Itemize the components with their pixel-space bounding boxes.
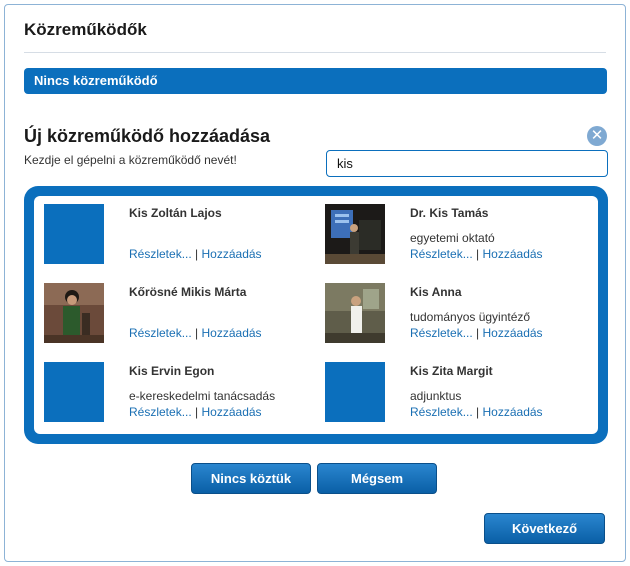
list-item: Kis Ervin Egon e-kereskedelmi tanácsadás… [44,362,314,424]
add-link[interactable]: Hozzáadás [202,247,262,261]
add-contributor-heading: Új közreműködő hozzáadása [24,126,271,146]
contributor-name: Kis Zita Margit [410,364,493,378]
none-of-them-button[interactable]: Nincs köztük [191,463,311,494]
close-icon[interactable]: ✕ [587,126,607,146]
contributor-actions: Részletek... | Hozzáadás [129,405,262,419]
avatar [325,204,385,264]
empty-status-bar: Nincs közreműködő [24,68,607,94]
avatar-placeholder [44,362,104,422]
contributor-name: Kis Anna [410,285,462,299]
contributor-name: Kis Zoltán Lajos [129,206,222,220]
contributor-name: Kőrösné Mikis Márta [129,285,247,299]
cancel-button[interactable]: Mégsem [317,463,437,494]
avatar [325,283,385,343]
details-link[interactable]: Részletek... [410,326,473,340]
contributor-name: Dr. Kis Tamás [410,206,489,220]
results-list: Kis Zoltán Lajos Részletek... | Hozzáadá… [34,196,598,434]
add-link[interactable]: Hozzáadás [202,326,262,340]
contributor-role: e-kereskedelmi tanácsadás [129,389,276,403]
search-input[interactable] [326,150,608,177]
details-link[interactable]: Részletek... [410,405,473,419]
add-link[interactable]: Hozzáadás [483,326,543,340]
divider [24,52,606,53]
list-item: Dr. Kis Tamás egyetemi oktató Részletek.… [325,204,595,266]
search-hint: Kezdje el gépelni a közreműködő nevét! [24,153,237,167]
contributor-role: tudományos ügyintéző [410,310,531,324]
contributor-role: egyetemi oktató [410,231,495,245]
contributor-actions: Részletek... | Hozzáadás [410,405,543,419]
results-panel: Kis Zoltán Lajos Részletek... | Hozzáadá… [24,186,608,444]
contributor-actions: Részletek... | Hozzáadás [129,247,262,261]
contributor-actions: Részletek... | Hozzáadás [410,247,543,261]
details-link[interactable]: Részletek... [129,405,192,419]
add-link[interactable]: Hozzáadás [483,405,543,419]
contributors-dialog: Közreműködők Nincs közreműködő Új közrem… [4,4,626,562]
page-title: Közreműködők [24,20,147,39]
list-item: Kőrösné Mikis Márta Részletek... | Hozzá… [44,283,314,345]
list-item: Kis Anna tudományos ügyintéző Részletek.… [325,283,595,345]
contributor-name: Kis Ervin Egon [129,364,215,378]
add-link[interactable]: Hozzáadás [483,247,543,261]
avatar-placeholder [325,362,385,422]
avatar-placeholder [44,204,104,264]
contributor-role: adjunktus [410,389,462,403]
avatar [44,283,104,343]
link-separator: | [195,247,199,261]
next-button[interactable]: Következő [484,513,605,544]
contributor-actions: Részletek... | Hozzáadás [410,326,543,340]
details-link[interactable]: Részletek... [129,326,192,340]
link-separator: | [476,247,480,261]
list-item: Kis Zita Margit adjunktus Részletek... |… [325,362,595,424]
link-separator: | [476,405,480,419]
list-item: Kis Zoltán Lajos Részletek... | Hozzáadá… [44,204,314,266]
details-link[interactable]: Részletek... [410,247,473,261]
contributor-actions: Részletek... | Hozzáadás [129,326,262,340]
link-separator: | [195,326,199,340]
link-separator: | [195,405,199,419]
add-link[interactable]: Hozzáadás [202,405,262,419]
details-link[interactable]: Részletek... [129,247,192,261]
link-separator: | [476,326,480,340]
